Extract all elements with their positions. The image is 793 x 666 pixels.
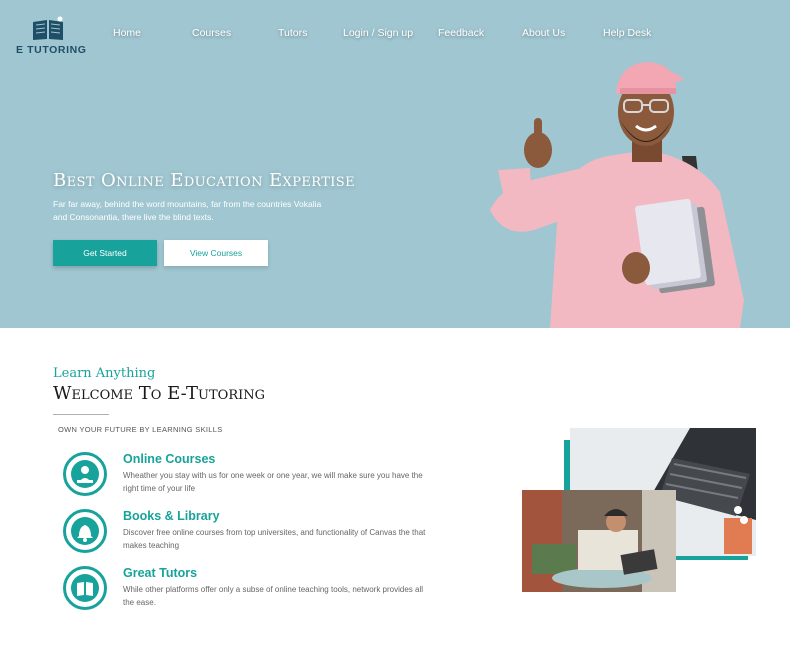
student-hero-image [490,62,744,328]
view-courses-button[interactable]: View Courses [164,240,268,266]
welcome-title: Welcome To E-Tutoring [53,383,266,404]
online-course-icon [77,466,93,483]
feature-text: While other platforms offer only a subse… [123,585,424,607]
book-icon [77,582,93,596]
hero-description: Far far away, behind the word mountains,… [53,199,322,222]
nav-help-desk[interactable]: Help Desk [603,27,651,39]
main-nav: Home Courses Tutors Login / Sign up Feed… [0,27,790,43]
feature-online-courses: Online Courses Wheather you stay with us… [63,452,443,502]
feature-text: Wheather you stay with us for one week o… [123,471,423,493]
nav-feedback[interactable]: Feedback [438,27,484,39]
feature-text: Discover free online courses from top un… [123,528,426,550]
nav-login-signup[interactable]: Login / Sign up [343,27,413,39]
feature-books-library: Books & Library Discover free online cou… [63,509,443,559]
title-divider [53,414,109,415]
welcome-kicker: Learn Anything [53,366,156,381]
study-photos [522,428,756,592]
feature-title: Great Tutors [123,566,198,580]
nav-about-us[interactable]: About Us [522,27,565,39]
get-started-button[interactable]: Get Started [53,240,157,266]
welcome-tagline: OWN YOUR FUTURE BY LEARNING SKILLS [58,425,223,434]
bell-icon [77,525,93,542]
nav-courses[interactable]: Courses [192,27,231,39]
feature-title: Online Courses [123,452,216,466]
nav-tutors[interactable]: Tutors [278,27,307,39]
feature-great-tutors: Great Tutors While other platforms offer… [63,566,443,616]
nav-home[interactable]: Home [113,27,141,39]
hero-title: Best Online Education Expertise [53,170,355,191]
brand-name: E TUTORING [16,44,87,56]
feature-title: Books & Library [123,509,220,523]
hero-section: E TUTORING Home Courses Tutors Login / S… [0,0,790,328]
